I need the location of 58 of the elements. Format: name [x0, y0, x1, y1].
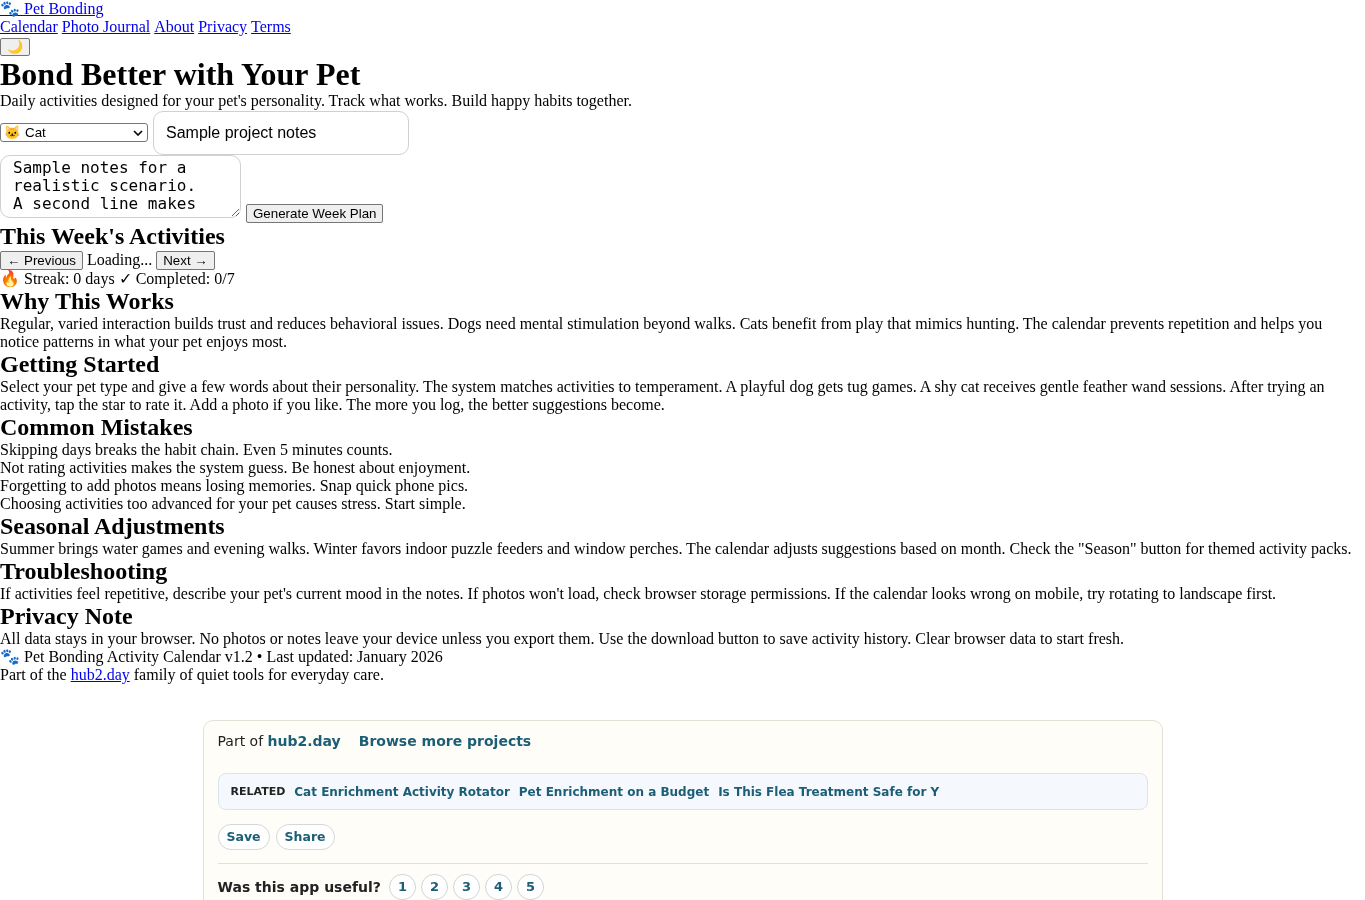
flame-icon: 🔥 — [0, 270, 20, 288]
save-button[interactable]: Save — [217, 824, 270, 850]
rating-option[interactable]: 5 — [516, 874, 544, 900]
moon-icon: 🌙 — [7, 39, 23, 54]
page-subtitle: Daily activities designed for your pet's personality. Track what works. Build happy habits together. — [0, 92, 633, 110]
section-paragraph: Forgetting to add photos means losing memories. Snap quick phone pics. — [0, 477, 470, 495]
notes-field[interactable]: Sample notes for a realistic scenario. A second line makes — [0, 155, 241, 218]
page-title: Bond Better with Your Pet — [0, 57, 362, 92]
nav-link[interactable]: Terms — [251, 18, 291, 36]
related-label: RELATED — [230, 783, 286, 800]
hub-link[interactable]: hub2.day — [70, 666, 130, 683]
section-paragraph: Not rating activities makes the system guess. Be honest about enjoyment. — [0, 459, 472, 477]
check-icon: ✓ — [118, 270, 132, 288]
section-heading: Seasonal Adjustments — [0, 513, 226, 540]
related-link[interactable]: Pet Enrichment on a Budget — [518, 782, 710, 801]
streak-text: Streak: 0 days — [24, 270, 115, 288]
section-paragraph: All data stays in your browser. No photos or notes leave your device unless you export them. Use the download button to save activity history. Clear browser data to start fresh. — [0, 630, 1126, 648]
paw-prints-icon: 🐾 — [0, 0, 20, 17]
generate-week-plan-button[interactable]: Generate Week Plan — [246, 204, 384, 223]
nav-link[interactable]: Calendar — [0, 18, 58, 36]
section-heading: Privacy Note — [0, 603, 134, 630]
rating-option[interactable]: 1 — [388, 874, 416, 900]
chevron-down-icon — [133, 129, 143, 136]
hub-link[interactable]: hub2.day — [267, 733, 341, 749]
rating-option[interactable]: 4 — [484, 874, 512, 900]
section-heading: Troubleshooting — [0, 558, 169, 585]
nav-link[interactable]: Photo Journal — [61, 18, 151, 36]
related-link[interactable]: Cat Enrichment Activity Rotator — [294, 782, 510, 801]
related-link[interactable]: Is This Flea Treatment Safe for Y — [718, 782, 940, 801]
cat-face-icon: 🐱 — [4, 125, 21, 140]
loading-text: Loading... — [86, 251, 153, 269]
next-button[interactable]: Next → — [156, 250, 215, 270]
logo-link[interactable]: 🐾 Pet Bonding — [0, 0, 104, 18]
browse-projects-link[interactable]: Browse more projects — [358, 733, 532, 750]
footer-tagline: Part of the hub2.day family of quiet tools for everyday care. — [0, 666, 385, 684]
share-button[interactable]: Share — [275, 824, 335, 850]
rating-question: Was this app useful? — [217, 878, 381, 896]
section-paragraph: Select your pet type and give a few words about their personality. The system matches activities to temperament. A playful dog gets tug games. A shy cat receives gentle feather wand sessions. After trying an activity, tap the star to rate it. Add a photo if you like. The more you log, the better suggestions become. — [0, 378, 1326, 414]
section-paragraph: Summer brings water games and evening walks. Winter favors indoor puzzle feeders and window perches. The calendar adjusts suggestions based on month. Check the "Season" button for themed activity packs. — [0, 540, 1353, 558]
pet-type-select[interactable]: 🐱 Cat — [0, 123, 148, 142]
rating-option[interactable]: 3 — [452, 874, 480, 900]
section-heading: This Week's Activities — [0, 223, 226, 250]
section-heading: Common Mistakes — [0, 414, 194, 441]
version-text: Pet Bonding Activity Calendar v1.2 • Last updated: January 2026 — [24, 648, 443, 666]
section-paragraph: Skipping days breaks the habit chain. Even 5 minutes counts. — [0, 441, 394, 459]
nav-link[interactable]: About — [154, 18, 195, 36]
section-paragraph: Regular, varied interaction builds trust and reduces behavioral issues. Dogs need mental stimulation beyond walks. Cats benefit from play that mimics hunting. The calendar prevents repetition and helps you notice patterns in what your pet enjoys most. — [0, 315, 1324, 351]
paw-prints-icon: 🐾 — [0, 648, 20, 666]
project-name-field[interactable]: Sample project notes — [153, 110, 409, 155]
section-paragraph: Choosing activities too advanced for your pet causes stress. Start simple. — [0, 495, 467, 513]
nav-link[interactable]: Privacy — [198, 18, 248, 36]
completed-text: Completed: 0/7 — [135, 270, 235, 288]
part-of-text: Part of hub2.day — [217, 733, 341, 750]
section-heading: Why This Works — [0, 288, 175, 315]
rating-option[interactable]: 2 — [420, 874, 448, 900]
section-paragraph: If activities feel repetitive, describe your pet's current mood in the notes. If photos won't load, check browser storage permissions. If the calendar looks wrong on mobile, try rotating to landscape first. — [0, 585, 1278, 603]
previous-button[interactable]: ← Previous — [0, 250, 83, 270]
section-heading: Getting Started — [0, 351, 161, 378]
